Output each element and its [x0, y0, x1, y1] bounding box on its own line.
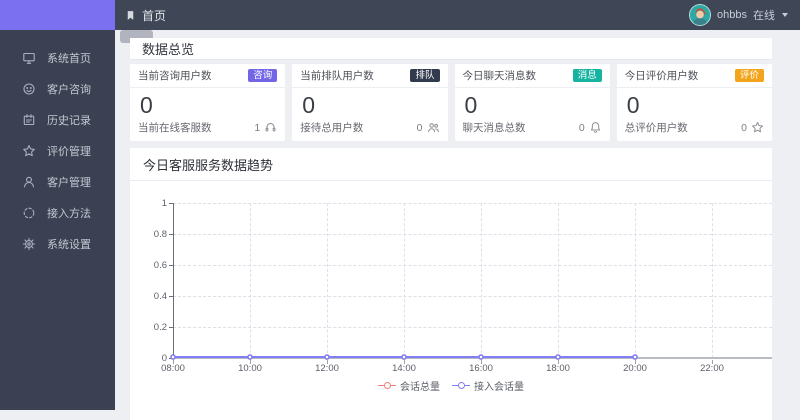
sidebar-item-label: 客户咨询 [47, 83, 91, 96]
sidebar-item-label: 接入方法 [47, 207, 91, 220]
card-footer: 聊天消息总数 0 [455, 120, 610, 141]
user-name: ohbbs [717, 9, 747, 21]
card-header: 当前排队用户数 排队 [292, 64, 448, 88]
sidebar-item-label: 评价管理 [47, 145, 91, 158]
avatar [689, 4, 712, 26]
trend-line-chart: 会话总量 接入会话量 0 0.2 0.4 0.6 0.8 1 08:00 10:00 12:00 1… [130, 181, 772, 420]
main-content: 数据总览 当前咨询用户数 咨询 0 当前在线客服数 1 当前排队用户数 排队 0 接待总用户数 0… [115, 30, 800, 420]
card-header: 今日聊天消息数 消息 [454, 64, 610, 88]
user-status: 在线 [753, 10, 775, 22]
card-footer-value: 0 [741, 121, 747, 134]
card-badge: 消息 [572, 68, 602, 83]
card-footer-value: 1 [254, 121, 261, 134]
sidebar-item-label: 系统设置 [47, 238, 91, 251]
history-notebook-icon [22, 113, 36, 127]
breadcrumb[interactable]: 首页 [125, 7, 166, 24]
card-header: 今日评价用户数 评价 [616, 64, 772, 88]
team-icon [427, 121, 440, 134]
breadcrumb-label: 首页 [142, 8, 167, 23]
sidebar-item-5[interactable]: 客户管理 [0, 166, 115, 197]
overview-section-header: 数据总览 [130, 38, 772, 60]
chat-smile-icon [22, 82, 36, 96]
card-value: 0 [140, 92, 153, 118]
trend-panel-title: 今日客服服务数据趋势 [143, 157, 274, 173]
card-footer-label: 总评价用户数 [624, 122, 688, 134]
card-footer: 接待总用户数 0 [292, 120, 447, 141]
sidebar-item-7[interactable]: 系统设置 [0, 228, 115, 259]
sidebar-item-label: 客户管理 [47, 176, 91, 189]
card-title: 当前咨询用户数 [138, 70, 212, 82]
card-footer-value: 0 [416, 121, 423, 134]
trend-panel-header: 今日客服服务数据趋势 [130, 148, 772, 181]
gear-icon [22, 237, 36, 251]
sidebar-item-3[interactable]: 历史记录 [0, 104, 115, 135]
sidebar-item-label: 系统首页 [47, 52, 91, 65]
topbar: 首页 ohbbs 在线 [115, 0, 800, 30]
logo-block [0, 0, 115, 30]
loading-dashed-icon [22, 206, 36, 220]
monitor-icon [22, 51, 36, 65]
sidebar-item-4[interactable]: 评价管理 [0, 135, 115, 166]
stat-cards-row: 当前咨询用户数 咨询 0 当前在线客服数 1 当前排队用户数 排队 0 接待总用户数 0 今日聊天消… [130, 64, 772, 141]
star-icon [22, 144, 36, 158]
overview-title: 数据总览 [142, 42, 195, 57]
sidebar-item-label: 历史记录 [47, 114, 91, 127]
user-menu[interactable]: ohbbs 在线 [689, 4, 788, 26]
card-footer-label: 当前在线客服数 [138, 122, 212, 134]
star-icon [751, 121, 764, 134]
card-value: 0 [626, 92, 640, 118]
card-badge: 排队 [410, 68, 440, 83]
sidebar-menu: 系统首页客户咨询历史记录评价管理客户管理接入方法系统设置 [0, 30, 115, 259]
stat-card-1: 当前咨询用户数 咨询 0 当前在线客服数 1 [130, 64, 286, 141]
card-badge: 咨询 [248, 68, 278, 83]
stat-card-4: 今日评价用户数 评价 0 总评价用户数 0 [616, 64, 772, 141]
card-footer: 总评价用户数 0 [617, 120, 772, 141]
chevron-down-icon [782, 13, 788, 17]
card-footer-label: 聊天消息总数 [462, 122, 526, 134]
card-badge: 评价 [734, 68, 764, 83]
stat-card-2: 当前排队用户数 排队 0 接待总用户数 0 [292, 64, 448, 141]
card-footer-label: 接待总用户数 [300, 122, 364, 134]
sidebar-item-2[interactable]: 客户咨询 [0, 73, 115, 104]
card-value: 0 [464, 92, 478, 118]
chart-series [170, 354, 638, 360]
card-value: 0 [302, 92, 316, 118]
sidebar: 系统首页客户咨询历史记录评价管理客户管理接入方法系统设置 [0, 0, 115, 410]
card-footer: 当前在线客服数 1 [130, 120, 285, 141]
card-title: 今日评价用户数 [624, 70, 699, 82]
card-title: 今日聊天消息数 [462, 70, 537, 82]
user-icon [22, 175, 36, 189]
trend-panel: 今日客服服务数据趋势 会话总量 接入会话量 0 0.2 0.4 0.6 0.8 1 08:00… [130, 148, 772, 420]
bookmark-icon [125, 9, 136, 22]
card-title: 当前排队用户数 [300, 70, 374, 82]
sidebar-item-1[interactable]: 系统首页 [0, 42, 115, 73]
sidebar-item-6[interactable]: 接入方法 [0, 197, 115, 228]
stat-card-3: 今日聊天消息数 消息 0 聊天消息总数 0 [454, 64, 610, 141]
card-header: 当前咨询用户数 咨询 [130, 64, 286, 88]
bell-icon [589, 121, 602, 134]
headset-icon [264, 121, 277, 134]
card-footer-value: 0 [578, 121, 585, 134]
